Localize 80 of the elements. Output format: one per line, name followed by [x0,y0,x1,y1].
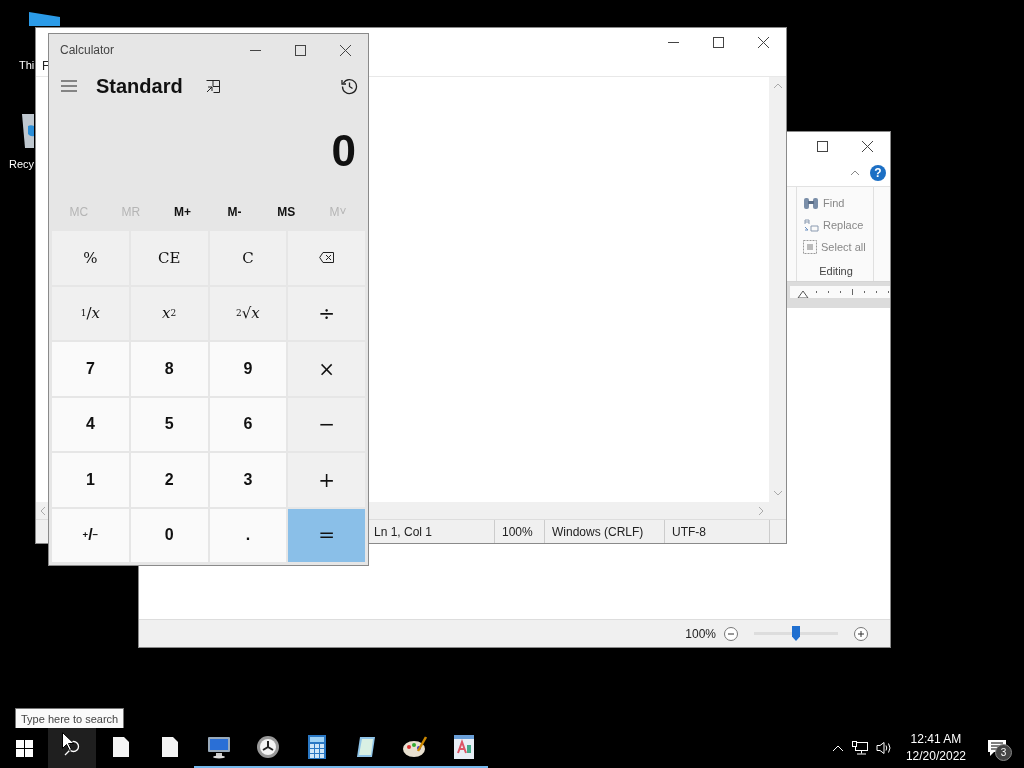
calculator-key[interactable]: C [209,231,287,285]
binoculars-icon [803,196,819,210]
ribbon-button[interactable]: Select all [803,236,869,258]
menu-icon[interactable] [61,80,77,92]
calculator-key[interactable]: 5 [130,397,208,451]
select-all-icon [803,240,817,254]
mode-title: Standard [96,74,183,98]
close-icon[interactable] [758,36,769,48]
calculator-key[interactable]: % [52,231,129,285]
notepad-icon [354,735,377,759]
calculator-icon [307,735,326,759]
calculator-key[interactable]: CE [130,231,208,285]
replace-icon [803,218,819,232]
calculator-key[interactable]: 7 [52,342,129,396]
history-icon[interactable] [341,77,358,95]
scroll-right-icon [759,506,764,515]
calculator-key[interactable]: . [209,508,287,562]
clock-date[interactable]: 12/20/2022 [905,748,966,765]
calculator-key[interactable]: ÷ [288,286,365,340]
ribbon-button[interactable]: Find [803,192,869,214]
calculator-key[interactable]: 8 [130,342,208,396]
status-text: Windows (CRLF) [544,520,664,543]
calculator-key[interactable]: + [288,453,365,507]
calculator-key[interactable]: 0 [130,508,208,562]
calculator-key[interactable]: $^{2}$√x [209,286,287,340]
wordpad-icon [453,735,474,759]
memory-button[interactable]: M+ [156,196,209,228]
calculator-key[interactable]: 3 [209,453,287,507]
zoom-reading: 100% [685,626,716,641]
scroll-up-icon [773,83,782,88]
help-button[interactable]: ? [870,165,886,181]
vertical-scrollbar[interactable] [769,77,786,502]
scroll-down-icon [773,491,782,496]
calculator-key[interactable]: 4 [52,397,129,451]
zoom-in-icon[interactable] [854,626,868,641]
desktop-icon-label[interactable]: Thi [19,59,35,71]
maximize-icon[interactable] [713,36,724,48]
notification-button[interactable]: 3 [984,735,1010,761]
volume-icon[interactable] [875,741,892,755]
backspace-icon [319,252,335,264]
maximize-icon[interactable] [817,140,828,152]
status-text: UTF-8 [664,520,769,543]
calculator-key[interactable]: x$^{2}$ [130,286,208,340]
maximize-icon[interactable] [295,44,306,56]
calculator-key[interactable]: 1 [52,453,129,507]
search-tooltip: Type here to search [15,708,125,729]
memory-button[interactable]: MS [260,196,313,228]
windows-logo-icon[interactable] [15,739,33,757]
window-title: Calculator [60,43,116,57]
memory-button[interactable]: M- [208,196,261,228]
calculator-key[interactable]: × [288,342,365,396]
clock-time[interactable]: 12:41 AM [910,731,962,748]
calculator-key[interactable]: 2 [130,453,208,507]
palette-icon [401,735,428,759]
document-icon [112,737,129,757]
close-icon[interactable] [862,140,873,152]
notification-count: 3 [995,744,1012,761]
calculator-key[interactable]: 6 [209,397,287,451]
search-button[interactable] [48,728,96,768]
calculator-key[interactable]: 9 [209,342,287,396]
keep-on-top-icon[interactable] [205,79,220,93]
collapse-ribbon-icon[interactable] [850,170,860,176]
cursor-icon [62,732,74,751]
monitor-icon [206,735,231,759]
status-text: 100% [494,520,544,543]
group-label: Editing [818,265,854,277]
zoom-out-icon[interactable] [724,626,738,641]
clock-icon [255,735,280,759]
ruler[interactable] [790,286,890,298]
close-icon[interactable] [340,44,351,56]
scroll-left-icon [40,506,45,515]
display-value: 0 [331,126,356,176]
chevron-up-icon[interactable] [831,744,844,752]
calculator-key[interactable]: − [288,397,365,451]
calculator-key[interactable]: $^{1}$/x [52,286,129,340]
desktop-icon-label[interactable]: Recy [9,158,35,170]
network-icon[interactable] [851,741,868,755]
ribbon-button[interactable]: Replace [803,214,869,236]
calculator-key[interactable]: = [288,508,365,562]
document-icon [161,737,178,757]
